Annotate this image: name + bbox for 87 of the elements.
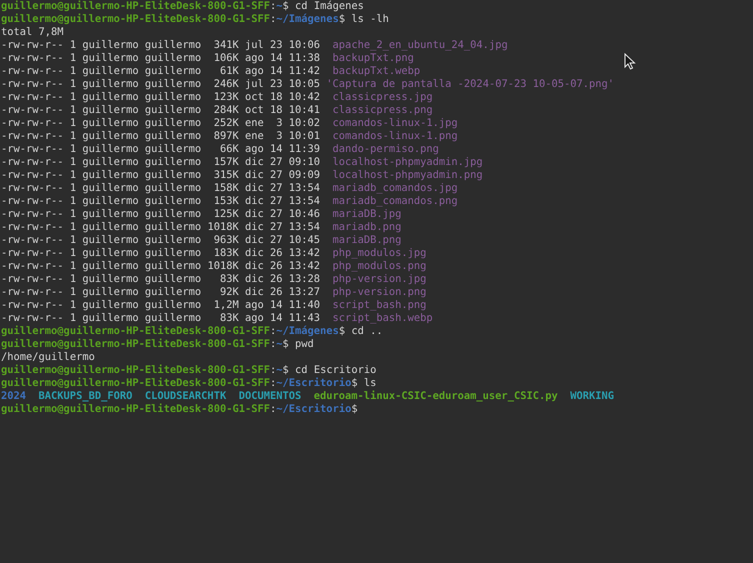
prompt-path: ~/Imágenes (276, 325, 339, 338)
file-name: classicpress.png (332, 104, 433, 117)
file-name: localhost-phpmyadmin.png (332, 169, 483, 182)
directory-entry: BACKUPS_BD_FORO (38, 390, 132, 403)
command-text: cd Escritorio (295, 364, 376, 377)
prompt-path: ~/Imágenes (276, 13, 339, 26)
command-text: ls (364, 377, 376, 390)
file-details: -rw-rw-r-- 1 guillermo guillermo 315K dic 27 09:09 (1, 169, 320, 182)
prompt-sigil: $ (282, 338, 289, 351)
directory-entry: WORKING (570, 390, 614, 403)
prompt-sigil: $ (351, 403, 358, 416)
file-name: backupTxt.webp (332, 65, 420, 78)
prompt-user-host: guillermo@guillermo-HP-EliteDesk-800-G1-SFF (1, 364, 270, 377)
file-details: -rw-rw-r-- 1 guillermo guillermo 158K dic 27 13:54 (1, 182, 320, 195)
file-details: -rw-rw-r-- 1 guillermo guillermo 252K ene 3 10:02 (1, 117, 320, 130)
file-details: -rw-rw-r-- 1 guillermo guillermo 66K ago 14 11:39 (1, 143, 320, 156)
file-name: php-version.png (332, 286, 426, 299)
prompt-path: ~ (276, 338, 283, 351)
file-name: comandos-linux-1.jpg (332, 117, 458, 130)
file-name: backupTxt.png (332, 52, 414, 65)
file-details: -rw-rw-r-- 1 guillermo guillermo 897K ene 3 10:01 (1, 130, 320, 143)
prompt-path: ~/Escritorio (276, 377, 352, 390)
file-name: php-version.jpg (332, 273, 426, 286)
output-text: /home/guillermo (1, 351, 95, 364)
file-name: php_modulos.jpg (332, 247, 426, 260)
file-name: localhost-phpmyadmin.jpg (332, 156, 483, 169)
file-name: comandos-linux-1.png (332, 130, 458, 143)
prompt-user-host: guillermo@guillermo-HP-EliteDesk-800-G1-SFF (1, 13, 270, 26)
prompt-colon: : (270, 403, 276, 416)
file-details: -rw-rw-r-- 1 guillermo guillermo 963K dic 27 10:45 (1, 234, 320, 247)
file-name: script_bash.png (332, 299, 426, 312)
prompt-sigil: $ (338, 325, 346, 338)
file-name: dando-permiso.png (332, 143, 439, 156)
prompt-user-host: guillermo@guillermo-HP-EliteDesk-800-G1-SFF (1, 377, 270, 390)
file-name: classicpress.jpg (332, 91, 433, 104)
file-name: mariadb.png (332, 221, 402, 234)
file-name: script_bash.webp (332, 312, 433, 325)
file-details: -rw-rw-r-- 1 guillermo guillermo 83K dic 26 13:28 (1, 273, 320, 286)
file-details: -rw-rw-r-- 1 guillermo guillermo 83K ago 14 11:43 (1, 312, 320, 325)
prompt-sigil: $ (338, 13, 346, 26)
prompt-sigil: $ (351, 377, 358, 390)
file-details: -rw-rw-r-- 1 guillermo guillermo 125K dic 27 10:46 (1, 208, 320, 221)
file-details: -rw-rw-r-- 1 guillermo guillermo 153K dic 27 13:54 (1, 195, 320, 208)
command-text: pwd (295, 338, 314, 351)
prompt-user-host: guillermo@guillermo-HP-EliteDesk-800-G1-SFF (1, 403, 270, 416)
prompt-user-host: guillermo@guillermo-HP-EliteDesk-800-G1-SFF (1, 0, 270, 13)
command-text: ls -lh (351, 13, 389, 26)
file-details: -rw-rw-r-- 1 guillermo guillermo 157K dic 27 09:10 (1, 156, 320, 169)
file-details: -rw-rw-r-- 1 guillermo guillermo 246K jul 23 10:05 (1, 78, 320, 91)
directory-entry: 2024 (1, 390, 26, 403)
file-details: -rw-rw-r-- 1 guillermo guillermo 1,2M ago 14 11:40 (1, 299, 320, 312)
prompt-sigil: $ (282, 0, 289, 13)
directory-entry: CLOUDSEARCHTK (144, 390, 226, 403)
command-text: cd .. (351, 325, 383, 338)
file-name: 'Captura de pantalla -2024-07-23 10-05-07.png' (326, 78, 614, 91)
directory-entry: eduroam-linux-CSIC-eduroam_user_CSIC.py (314, 390, 558, 403)
prompt-colon: : (270, 338, 276, 351)
prompt-colon: : (270, 364, 276, 377)
command-text: cd Imágenes (295, 0, 364, 13)
file-details: -rw-rw-r-- 1 guillermo guillermo 1018K dic 27 13:54 (1, 221, 320, 234)
prompt-user-host: guillermo@guillermo-HP-EliteDesk-800-G1-SFF (1, 325, 270, 338)
prompt-colon: : (270, 0, 276, 13)
directory-entry: DOCUMENTOS (238, 390, 302, 403)
file-name: php_modulos.png (332, 260, 426, 273)
file-name: mariadb_comandos.png (332, 195, 458, 208)
file-name: mariadb_comandos.jpg (332, 182, 458, 195)
file-details: -rw-rw-r-- 1 guillermo guillermo 92K dic 26 13:27 (1, 286, 320, 299)
file-details: -rw-rw-r-- 1 guillermo guillermo 284K oct 18 10:41 (1, 104, 320, 117)
file-details: -rw-rw-r-- 1 guillermo guillermo 341K jul 23 10:06 (1, 39, 320, 52)
file-details: -rw-rw-r-- 1 guillermo guillermo 183K dic 26 13:42 (1, 247, 320, 260)
file-details: -rw-rw-r-- 1 guillermo guillermo 61K ago 14 11:42 (1, 65, 320, 78)
prompt-colon: : (270, 325, 276, 338)
output-text: total 7,8M (1, 26, 64, 39)
file-details: -rw-rw-r-- 1 guillermo guillermo 1018K dic 26 13:42 (1, 260, 320, 273)
prompt-path: ~ (276, 364, 283, 377)
prompt-path: ~/Escritorio (276, 403, 352, 416)
prompt-colon: : (270, 13, 276, 26)
file-name: mariaDB.png (332, 234, 402, 247)
file-details: -rw-rw-r-- 1 guillermo guillermo 123K oct 18 10:42 (1, 91, 320, 104)
file-name: mariaDB.jpg (332, 208, 402, 221)
file-details: -rw-rw-r-- 1 guillermo guillermo 106K ago 14 11:38 (1, 52, 320, 65)
prompt-path: ~ (276, 0, 283, 13)
prompt-colon: : (270, 377, 276, 390)
prompt-user-host: guillermo@guillermo-HP-EliteDesk-800-G1-SFF (1, 338, 270, 351)
prompt-sigil: $ (282, 364, 289, 377)
file-name: apache_2_en_ubuntu_24_04.jpg (332, 39, 508, 52)
mouse-pointer-icon (624, 53, 636, 70)
